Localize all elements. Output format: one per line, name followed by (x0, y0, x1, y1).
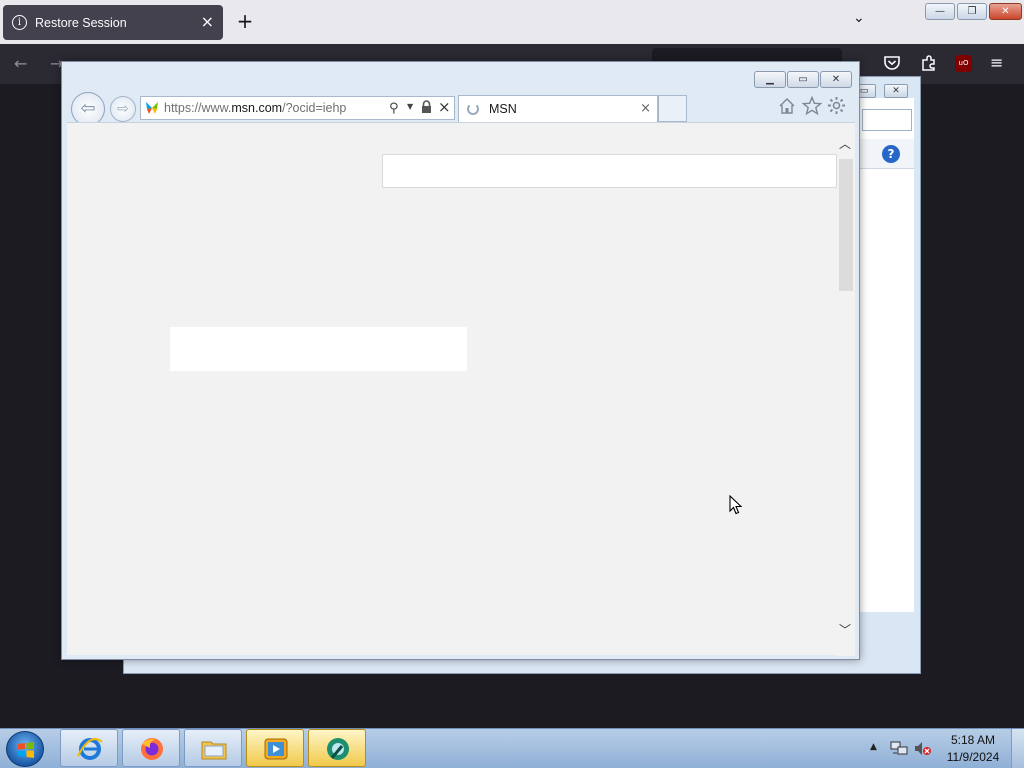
scroll-down-arrow-icon[interactable]: ﹀ (839, 621, 851, 638)
clock-date[interactable]: 11/9/2024 (938, 750, 1008, 764)
ie-new-tab-button[interactable] (658, 95, 687, 122)
lock-icon[interactable] (421, 100, 432, 114)
ie-url-text: https://www.msn.com/?ocid=iehp (164, 101, 347, 115)
ie-forward-button[interactable]: ⇨ (110, 96, 136, 122)
stop-icon[interactable]: × (438, 98, 451, 116)
internet-explorer-icon (77, 738, 103, 760)
scroll-up-arrow-icon[interactable]: ︿ (839, 135, 851, 152)
loading-spinner-icon (467, 103, 479, 115)
ie-tab-label: MSN (489, 102, 517, 116)
firefox-tab-title: Restore Session (35, 15, 127, 30)
ie-tab-close-icon[interactable]: × (640, 101, 651, 116)
green-circle-app-icon (327, 738, 349, 760)
vertical-scrollbar[interactable]: ︿ ﹀ (837, 123, 855, 656)
volume-muted-icon[interactable] (914, 740, 932, 757)
firefox-tab-close-icon[interactable]: × (201, 12, 214, 31)
gear-icon[interactable] (827, 96, 846, 115)
firefox-tabstrip: i Restore Session × + ⌄ — ❐ ✕ (0, 0, 1024, 44)
show-desktop-button[interactable] (1011, 729, 1024, 768)
taskbar-file-explorer[interactable] (184, 729, 242, 767)
firefox-icon (141, 738, 163, 760)
scrollbar-thumb[interactable] (839, 159, 853, 291)
firefox-tab-restore-session[interactable]: i Restore Session × (3, 5, 223, 40)
help-icon[interactable]: ? (882, 145, 900, 163)
taskbar-internet-explorer[interactable] (60, 729, 118, 767)
background-window-close-button[interactable]: ✕ (884, 84, 908, 98)
background-window-search-field[interactable] (862, 109, 912, 131)
home-icon[interactable] (778, 97, 796, 115)
firefox-minimize-button[interactable]: — (925, 3, 955, 20)
ie-address-bar[interactable]: https://www.msn.com/?ocid=iehp ⚲ ▼ × (140, 96, 455, 120)
info-icon: i (12, 15, 27, 30)
network-icon[interactable] (890, 740, 908, 757)
dropdown-arrow-icon[interactable]: ▼ (407, 102, 413, 111)
msn-butterfly-icon (146, 102, 158, 114)
start-button[interactable] (6, 731, 44, 767)
pocket-icon[interactable] (883, 54, 901, 72)
ie-close-button[interactable]: ✕ (820, 71, 852, 88)
firefox-close-button[interactable]: ✕ (989, 3, 1022, 20)
extensions-puzzle-icon[interactable] (920, 54, 938, 72)
mouse-cursor-icon (729, 495, 743, 515)
show-hidden-icons-arrow[interactable]: ▲ (870, 742, 877, 752)
ie-minimize-button[interactable]: ▁ (754, 71, 786, 88)
back-arrow-icon[interactable]: ← (14, 54, 27, 73)
clock-time[interactable]: 5:18 AM (938, 733, 1008, 747)
taskbar-unknown-app[interactable] (308, 729, 366, 767)
media-player-icon (264, 738, 288, 760)
internet-explorer-window: ▁ ▭ ✕ ⇦ ⇨ https://www.msn.com/?ocid=iehp… (61, 61, 860, 660)
taskbar-firefox[interactable] (122, 729, 180, 767)
ie-back-button[interactable]: ⇦ (71, 92, 105, 126)
windows-logo-icon (18, 742, 34, 758)
ublock-origin-icon[interactable]: uO (955, 55, 972, 72)
ie-page-content[interactable]: ︿ ﹀ (67, 122, 855, 656)
favorites-star-icon[interactable] (802, 96, 822, 116)
firefox-restore-button[interactable]: ❐ (957, 3, 987, 20)
ie-maximize-button[interactable]: ▭ (787, 71, 819, 88)
firefox-new-tab-button[interactable]: + (234, 10, 256, 32)
hamburger-menu-icon[interactable]: ≡ (990, 53, 1003, 72)
taskbar-media-player[interactable] (246, 729, 304, 767)
loading-placeholder-block (170, 327, 467, 371)
search-icon[interactable]: ⚲ (389, 101, 399, 116)
msn-search-box[interactable] (382, 154, 837, 188)
chevron-down-icon[interactable]: ⌄ (853, 10, 865, 26)
folder-icon (201, 741, 227, 760)
ie-tab-msn[interactable]: MSN × (458, 95, 658, 122)
